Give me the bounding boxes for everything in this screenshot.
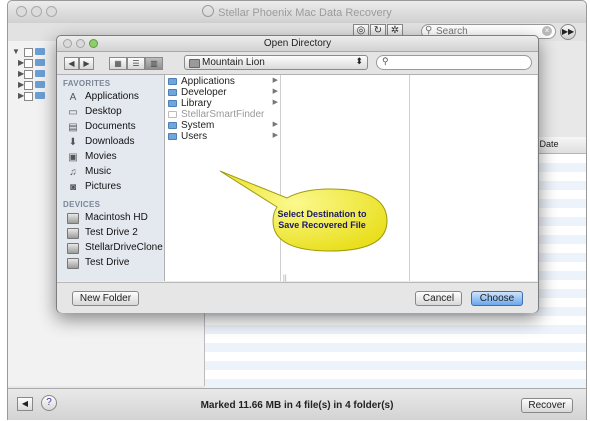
dialog-footer: New Folder Cancel Choose bbox=[57, 282, 538, 313]
tree-row[interactable]: ▶ bbox=[10, 80, 50, 90]
folder-icon bbox=[168, 89, 177, 96]
folder-icon bbox=[168, 133, 177, 140]
movies-icon: ▣ bbox=[68, 152, 78, 163]
list-item-label: StellarSmartFinder bbox=[181, 109, 265, 120]
sidebar-item-label: StellarDriveClone bbox=[85, 242, 163, 253]
sidebar-item-label: Applications bbox=[85, 91, 139, 102]
sidebar-item-label: Documents bbox=[85, 121, 136, 132]
folder-icon bbox=[35, 48, 45, 55]
column-resize-handle[interactable]: || bbox=[283, 275, 287, 282]
status-bar: ◀ ? Marked 11.66 MB in 4 file(s) in 4 fo… bbox=[8, 388, 586, 420]
callout-line-1: Select Destination to bbox=[277, 209, 367, 219]
nav-back-icon[interactable]: ◀ bbox=[64, 57, 79, 70]
folder-icon bbox=[35, 81, 45, 88]
sidebar-item-label: Music bbox=[85, 166, 112, 177]
desktop-icon: ▭ bbox=[68, 107, 78, 118]
sidebar-item-label: Pictures bbox=[85, 181, 122, 192]
main-window-title-text: Stellar Phoenix Mac Data Recovery bbox=[218, 7, 392, 19]
cancel-button[interactable]: Cancel bbox=[415, 291, 462, 306]
tree-checkbox[interactable] bbox=[24, 59, 33, 68]
list-item-label: Applications bbox=[181, 76, 235, 87]
sidebar-item-label: Desktop bbox=[85, 106, 122, 117]
list-item[interactable]: Users ▶ bbox=[165, 131, 280, 142]
tree-checkbox[interactable] bbox=[24, 92, 33, 101]
hard-drive-icon bbox=[67, 228, 79, 239]
status-text: Marked 11.66 MB in 4 file(s) in 4 folder… bbox=[200, 400, 394, 411]
disclosure-arrow-icon: ▶ bbox=[272, 77, 278, 84]
main-title-bar: Stellar Phoenix Mac Data Recovery bbox=[8, 1, 586, 24]
location-popup[interactable]: Mountain Lion ⬍ bbox=[184, 55, 368, 70]
tree-row[interactable]: ▼ bbox=[10, 47, 50, 57]
popup-arrows-icon: ⬍ bbox=[355, 56, 363, 66]
folder-icon bbox=[168, 122, 177, 129]
hard-drive-icon bbox=[67, 213, 79, 224]
favorites-heading: FAVORITES bbox=[63, 79, 111, 88]
sidebar-item-label: Macintosh HD bbox=[85, 212, 148, 223]
browser-column-3 bbox=[410, 75, 537, 281]
folder-icon bbox=[168, 78, 177, 85]
dialog-sidebar: FAVORITES A Applications ▭ Desktop ▤ Docume… bbox=[57, 75, 165, 281]
disclosure-arrow-icon: ▶ bbox=[272, 99, 278, 106]
sidebar-item-label: Movies bbox=[85, 151, 117, 162]
search-icon: ⚲ bbox=[382, 56, 389, 66]
drive-tree: ▼ ▶ ▶ ▶ ▶ bbox=[10, 43, 50, 123]
file-icon bbox=[168, 111, 177, 118]
list-item[interactable]: Developer ▶ bbox=[165, 87, 280, 98]
list-item-label: System bbox=[181, 120, 215, 131]
tree-checkbox[interactable] bbox=[24, 70, 33, 79]
disclosure-triangle-icon[interactable]: ▼ bbox=[12, 47, 20, 56]
tree-row[interactable]: ▶ bbox=[10, 69, 50, 79]
list-item[interactable]: System ▶ bbox=[165, 120, 280, 131]
main-window-title: Stellar Phoenix Mac Data Recovery bbox=[8, 5, 586, 19]
drive-icon bbox=[189, 59, 200, 68]
list-item[interactable]: Library ▶ bbox=[165, 98, 280, 109]
dialog-title-bar: Open Directory bbox=[57, 36, 538, 52]
icon-view-icon[interactable]: ▦ bbox=[109, 57, 127, 70]
documents-icon: ▤ bbox=[68, 122, 78, 133]
dialog-title: Open Directory bbox=[263, 38, 332, 49]
choose-button[interactable]: Choose bbox=[471, 291, 523, 306]
app-logo-icon bbox=[202, 5, 215, 17]
tree-row[interactable]: ▶ bbox=[10, 58, 50, 68]
list-item[interactable]: Applications ▶ bbox=[165, 76, 280, 87]
nav-forward-icon[interactable]: ▶ bbox=[79, 57, 94, 70]
devices-heading: DEVICES bbox=[63, 200, 101, 209]
list-view-icon[interactable]: ☰ bbox=[127, 57, 145, 70]
tree-row[interactable]: ▶ bbox=[10, 91, 50, 101]
dialog-toolbar: ◀ ▶ ▦ ☰ ▥ Mountain Lion ⬍ ⚲ bbox=[57, 52, 538, 75]
callout-line-2: Save Recovered File bbox=[278, 220, 366, 230]
pictures-icon: ◙ bbox=[69, 182, 77, 193]
forward-icon[interactable]: ▶▶ bbox=[560, 24, 576, 40]
tree-checkbox[interactable] bbox=[24, 81, 33, 90]
sidebar-item-label: Downloads bbox=[85, 136, 135, 147]
dialog-search-field[interactable]: ⚲ bbox=[376, 55, 532, 70]
folder-icon bbox=[35, 92, 45, 99]
sidebar-item-label: Test Drive 2 bbox=[85, 227, 138, 238]
recover-button[interactable]: Recover bbox=[521, 398, 573, 413]
list-item-label: Developer bbox=[181, 87, 227, 98]
new-folder-button[interactable]: New Folder bbox=[72, 291, 139, 306]
clear-search-icon[interactable]: × bbox=[542, 26, 552, 36]
list-item-label: Library bbox=[181, 98, 212, 109]
callout-text: Select Destination to Save Recovered Fil… bbox=[268, 209, 376, 231]
music-icon: ♫ bbox=[69, 167, 77, 178]
location-label: Mountain Lion bbox=[202, 57, 265, 68]
downloads-icon: ⬇ bbox=[68, 137, 78, 148]
list-item: StellarSmartFinder bbox=[165, 109, 280, 120]
sidebar-item-label: Test Drive bbox=[85, 257, 130, 268]
folder-icon bbox=[168, 100, 177, 107]
disclosure-arrow-icon: ▶ bbox=[272, 121, 278, 128]
folder-icon bbox=[35, 70, 45, 77]
hard-drive-icon bbox=[67, 258, 79, 269]
applications-icon: A bbox=[69, 92, 77, 103]
folder-icon bbox=[35, 59, 45, 66]
disclosure-arrow-icon: ▶ bbox=[272, 88, 278, 95]
list-item-label: Users bbox=[181, 131, 208, 142]
column-view-icon[interactable]: ▥ bbox=[145, 57, 163, 70]
tree-checkbox[interactable] bbox=[24, 48, 33, 57]
hard-drive-icon bbox=[67, 243, 79, 254]
disclosure-arrow-icon: ▶ bbox=[272, 132, 278, 139]
